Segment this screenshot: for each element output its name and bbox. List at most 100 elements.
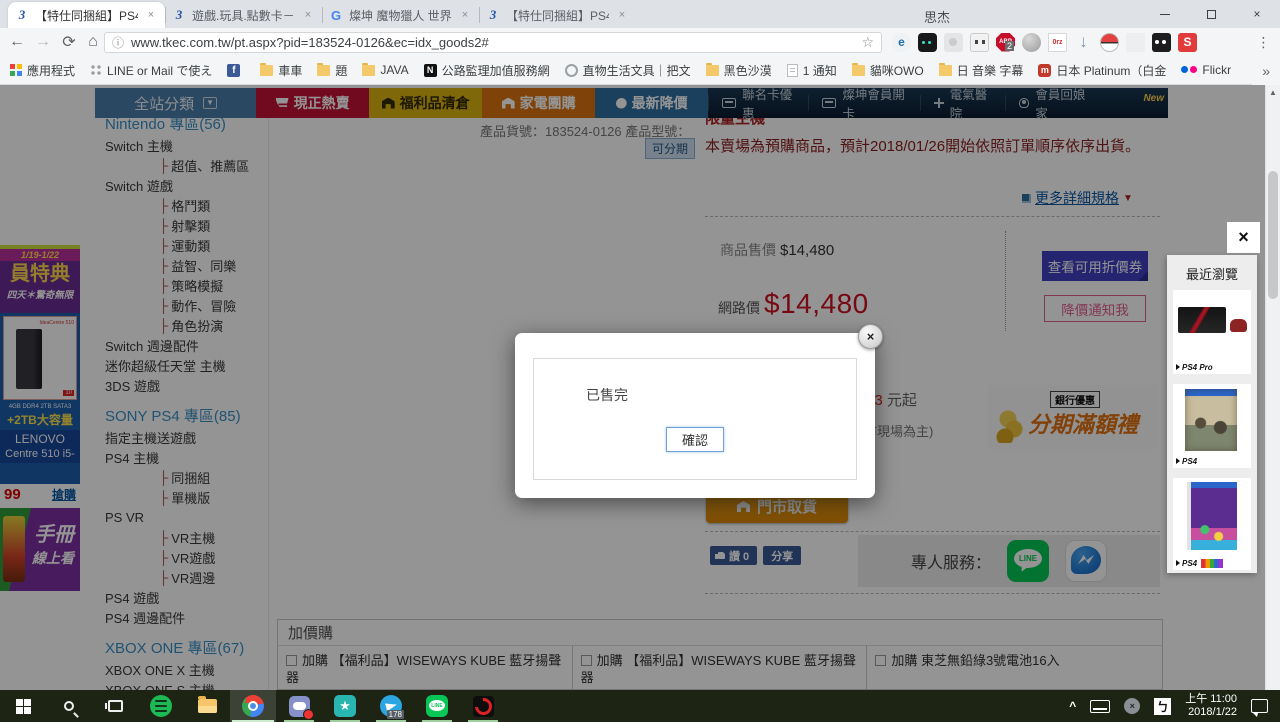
taskbar-explorer[interactable]: [184, 690, 230, 722]
taskbar-star-app[interactable]: [322, 690, 368, 722]
touch-keyboard-icon[interactable]: [1090, 700, 1110, 713]
clock-time: 上午 11:00: [1185, 693, 1237, 706]
taskbar-clock[interactable]: 上午 11:00 2018/1/22: [1185, 693, 1237, 719]
bookmark-item[interactable]: 題: [317, 62, 347, 79]
bookmark-label: 1 通知: [803, 62, 837, 79]
search-icon: [64, 701, 74, 711]
extension-icon[interactable]: [1152, 33, 1171, 52]
recent-item[interactable]: PS4: [1173, 384, 1251, 468]
bookmark-item[interactable]: 車車: [260, 62, 302, 79]
browser-tab[interactable]: G 燦坤 魔物獵人 世界 - Go ×: [322, 2, 479, 28]
bookmark-item[interactable]: 日 音樂 字幕: [939, 62, 1024, 79]
browser-tab[interactable]: 3 【特仕同捆組】PS4 Pro ×: [8, 2, 165, 28]
minimize-button[interactable]: [1142, 0, 1188, 28]
url-text[interactable]: www.tkec.com.tw/pt.aspx?pid=183524-0126&…: [131, 35, 854, 50]
bookmark-icon: [1038, 64, 1051, 77]
bookmark-item[interactable]: LINE or Mail で使え: [90, 62, 212, 79]
bookmark-icon: [787, 64, 798, 77]
extension-icon[interactable]: [1178, 33, 1197, 52]
bookmark-item[interactable]: [227, 64, 245, 77]
extension-icon[interactable]: [944, 33, 963, 52]
bookmark-label: 題: [335, 62, 347, 79]
confirm-button[interactable]: 確認: [666, 427, 724, 452]
ime-indicator[interactable]: ㄅ: [1154, 698, 1171, 715]
tab-title: 遊戲.玩具.點數卡－電視: [192, 7, 295, 24]
maximize-button[interactable]: [1188, 0, 1234, 28]
tray-expand-icon[interactable]: ^: [1069, 699, 1076, 713]
tray-status-icon[interactable]: [1124, 698, 1140, 714]
tab-favicon: G: [329, 8, 343, 23]
tab-close-icon[interactable]: ×: [144, 8, 158, 22]
recent-item[interactable]: PS4 Pro: [1173, 290, 1251, 374]
address-bar[interactable]: ⓘ www.tkec.com.tw/pt.aspx?pid=183524-012…: [104, 32, 882, 53]
page-info-icon[interactable]: ⓘ: [112, 34, 124, 51]
taskbar-chrome[interactable]: [230, 690, 276, 722]
action-center-icon[interactable]: [1251, 699, 1268, 713]
recently-viewed-title: 最近瀏覽: [1167, 255, 1257, 290]
dialog-inner-frame: 已售完 確認: [533, 358, 857, 480]
bookmark-label: 車車: [278, 62, 302, 79]
start-button[interactable]: [0, 690, 46, 722]
chrome-icon: [242, 695, 264, 717]
browser-toolbar: ← → ⟳ ⌂ ⓘ www.tkec.com.tw/pt.aspx?pid=18…: [0, 28, 1280, 56]
soldout-dialog: 已售完 確認 ×: [515, 333, 875, 498]
extension-icon[interactable]: [1074, 33, 1093, 52]
extension-icon[interactable]: [892, 33, 911, 52]
close-button[interactable]: ×: [1234, 0, 1280, 28]
taskbar-garena[interactable]: [460, 690, 506, 722]
reload-button[interactable]: ⟳: [56, 28, 82, 56]
extension-icon[interactable]: [1126, 33, 1145, 52]
bookmark-star-icon[interactable]: ☆: [861, 34, 874, 51]
bookmark-label: LINE or Mail で使え: [107, 62, 212, 79]
taskbar-line[interactable]: [414, 690, 460, 722]
taskbar-telegram[interactable]: 178: [368, 690, 414, 722]
back-button[interactable]: ←: [4, 28, 30, 56]
notification-dot: [303, 709, 314, 720]
window-controls: ×: [1142, 0, 1280, 28]
bookmark-label: 日本 Platinum（白金: [1056, 62, 1166, 79]
extension-icon[interactable]: [918, 33, 937, 52]
platform-row: PS4 Pro: [1173, 360, 1251, 374]
dialog-close-icon[interactable]: ×: [858, 324, 883, 349]
bookmark-item[interactable]: 黑色沙漠: [706, 62, 772, 79]
bookmark-item[interactable]: Flickr: [1181, 63, 1231, 77]
bookmark-item[interactable]: 1 通知: [787, 62, 837, 79]
home-button[interactable]: ⌂: [80, 28, 106, 56]
tab-title: 【特仕同捆組】PS4 Pro: [506, 7, 609, 24]
bookmark-item[interactable]: 貓咪OWO: [852, 62, 924, 79]
star-app-icon: [334, 695, 356, 717]
recent-panel-close-icon[interactable]: ×: [1227, 222, 1260, 253]
taskbar-discord[interactable]: [276, 690, 322, 722]
extension-icon[interactable]: [1048, 33, 1067, 52]
browser-menu-icon[interactable]: ⋮: [1254, 32, 1274, 52]
scrollbar-thumb[interactable]: [1268, 171, 1278, 299]
bookmark-label: 應用程式: [27, 62, 75, 79]
bookmarks-overflow-icon[interactable]: »: [1252, 63, 1280, 79]
platform-row: PS4: [1173, 454, 1251, 468]
logo-badge: [1201, 559, 1223, 568]
extension-icon[interactable]: [1022, 33, 1041, 52]
tab-close-icon[interactable]: ×: [615, 8, 629, 22]
scroll-up-icon[interactable]: ▲: [1266, 85, 1280, 100]
task-view-button[interactable]: [92, 690, 138, 722]
bookmark-item[interactable]: 應用程式: [10, 62, 75, 79]
bookmark-label: 公路監理加值服務網: [442, 62, 550, 79]
recent-item[interactable]: PS4: [1173, 478, 1251, 570]
platform-label: PS4: [1182, 559, 1197, 568]
extension-icon[interactable]: [970, 33, 989, 52]
browser-tab[interactable]: 3 【特仕同捆組】PS4 Pro ×: [479, 2, 636, 28]
search-button[interactable]: [46, 690, 92, 722]
playstation-icon: [1176, 458, 1180, 464]
page-scrollbar[interactable]: ▲: [1265, 85, 1280, 690]
bookmark-item[interactable]: 日本 Platinum（白金: [1038, 62, 1166, 79]
bookmark-item[interactable]: 直物生活文具｜把文: [565, 62, 691, 79]
tab-close-icon[interactable]: ×: [458, 8, 472, 22]
bookmark-item[interactable]: 公路監理加值服務網: [424, 62, 550, 79]
platform-row: PS4: [1173, 556, 1251, 570]
tab-close-icon[interactable]: ×: [301, 8, 315, 22]
bookmark-item[interactable]: JAVA: [362, 63, 408, 77]
extension-icon[interactable]: [1100, 33, 1119, 52]
browser-tab[interactable]: 3 遊戲.玩具.點數卡－電視 ×: [165, 2, 322, 28]
forward-button[interactable]: →: [30, 28, 56, 56]
taskbar-spotify[interactable]: [138, 690, 184, 722]
